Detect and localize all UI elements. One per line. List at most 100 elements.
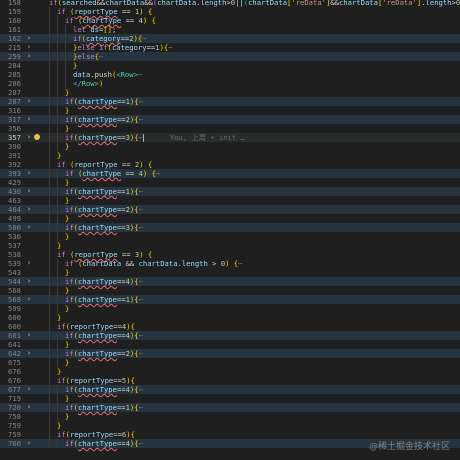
code-text[interactable]: } bbox=[57, 313, 61, 322]
code-line[interactable]: 676 if(reportType==5){ bbox=[0, 376, 460, 385]
code-text[interactable]: if(reportType==4){ bbox=[57, 322, 135, 331]
fold-chevron-icon[interactable]: › bbox=[25, 187, 33, 196]
code-line[interactable]: 430 › if(chartType==1){⋯ bbox=[0, 187, 460, 196]
code-line[interactable]: 720 › if(chartType==1){⋯ bbox=[0, 403, 460, 412]
code-text[interactable]: if(chartType==4){⋯ bbox=[65, 385, 143, 394]
code-text[interactable]: data.push(<Row>⋯ bbox=[73, 70, 142, 79]
code-text[interactable]: if (reportType == 2) { bbox=[57, 160, 152, 169]
code-line[interactable]: 719} bbox=[0, 394, 460, 403]
code-text[interactable]: if (chartData && chartData.length > 0) {… bbox=[65, 259, 242, 268]
code-text[interactable]: if (chartType == 4) {⋯ bbox=[65, 169, 160, 178]
code-text[interactable]: } bbox=[65, 358, 69, 367]
code-text[interactable]: if(chartType==4){⋯ bbox=[65, 439, 143, 448]
code-text[interactable]: } bbox=[57, 421, 61, 430]
code-line[interactable]: 569 › if(chartType==1){⋯ bbox=[0, 295, 460, 304]
code-line[interactable]: 543} bbox=[0, 268, 460, 277]
code-line[interactable]: 676} bbox=[0, 367, 460, 376]
fold-chevron-icon[interactable]: › bbox=[25, 385, 33, 394]
code-line[interactable]: 538 if (reportType == 3) { bbox=[0, 250, 460, 259]
code-text[interactable]: } bbox=[57, 367, 61, 376]
code-editor[interactable]: 158 if(searched&&chartData&&(chartData.le… bbox=[0, 0, 460, 460]
code-text[interactable]: } bbox=[57, 241, 61, 250]
code-line[interactable]: 160 if (chartType == 4) { bbox=[0, 16, 460, 25]
code-line[interactable]: 316} bbox=[0, 106, 460, 115]
code-text[interactable]: if(chartType==1){⋯ bbox=[65, 97, 143, 106]
lightbulb-icon[interactable] bbox=[34, 134, 40, 140]
code-text[interactable]: if(reportType==5){ bbox=[57, 376, 135, 385]
code-line[interactable]: 391} bbox=[0, 151, 460, 160]
code-text[interactable]: if (chartType == 4) { bbox=[65, 16, 156, 25]
code-line[interactable]: 641} bbox=[0, 340, 460, 349]
code-text[interactable]: } bbox=[57, 151, 61, 160]
code-line[interactable]: 356} bbox=[0, 124, 460, 133]
code-text[interactable]: if(chartType==2){⋯ bbox=[65, 115, 143, 124]
code-line[interactable]: 463} bbox=[0, 196, 460, 205]
fold-chevron-icon[interactable]: › bbox=[25, 52, 33, 61]
code-line[interactable]: 286 </Row>) bbox=[0, 79, 460, 88]
code-text[interactable]: } bbox=[65, 124, 69, 133]
code-text[interactable]: if(chartType==4){⋯ bbox=[65, 277, 143, 286]
code-line[interactable]: 390} bbox=[0, 142, 460, 151]
code-text[interactable]: if(chartType==3){⋯ You, 上周 • init … bbox=[65, 133, 245, 142]
code-line[interactable]: 539 › if (chartData && chartData.length > … bbox=[0, 259, 460, 268]
code-text[interactable]: } bbox=[65, 142, 69, 151]
code-text[interactable]: } bbox=[65, 88, 69, 97]
code-line[interactable]: 259 ›}else{⋯ bbox=[0, 52, 460, 61]
code-text[interactable]: if(chartType==2){⋯ bbox=[65, 205, 143, 214]
code-text[interactable]: if(chartType==1){⋯ bbox=[65, 295, 143, 304]
code-text[interactable]: </Row>) bbox=[73, 79, 103, 88]
code-line[interactable]: 536} bbox=[0, 232, 460, 241]
code-line[interactable]: 537} bbox=[0, 241, 460, 250]
fold-chevron-icon[interactable]: › bbox=[25, 403, 33, 412]
code-line[interactable]: 317 › if(chartType==2){⋯ bbox=[0, 115, 460, 124]
code-text[interactable]: } bbox=[65, 178, 69, 187]
code-line[interactable]: 500 › if(chartType==3){⋯ bbox=[0, 223, 460, 232]
fold-chevron-icon[interactable]: › bbox=[25, 277, 33, 286]
code-text[interactable]: if(category==2){⋯ bbox=[73, 34, 147, 43]
code-line[interactable]: 601 › if(chartType==4){⋯ bbox=[0, 331, 460, 340]
code-line[interactable]: 215 ›}else if(category==1){⋯ bbox=[0, 43, 460, 52]
code-line[interactable]: 759 if(reportType==6){ bbox=[0, 430, 460, 439]
code-text[interactable]: } bbox=[65, 340, 69, 349]
code-text[interactable]: } bbox=[65, 214, 69, 223]
fold-chevron-icon[interactable]: › bbox=[25, 205, 33, 214]
code-text[interactable]: if(chartType==1){⋯ bbox=[65, 187, 143, 196]
fold-chevron-icon[interactable]: › bbox=[25, 349, 33, 358]
code-text[interactable]: if(chartType==3){⋯ bbox=[65, 223, 143, 232]
code-line[interactable]: 544 › if(chartType==4){⋯ bbox=[0, 277, 460, 286]
code-text[interactable]: if (reportType == 3) { bbox=[57, 250, 152, 259]
fold-chevron-icon[interactable]: › bbox=[25, 169, 33, 178]
code-line[interactable]: 158 if(searched&&chartData&&(chartData.le… bbox=[0, 0, 460, 7]
code-line[interactable]: 642 › if(chartType==2){⋯ bbox=[0, 349, 460, 358]
code-line[interactable]: 429} bbox=[0, 178, 460, 187]
code-line[interactable]: 284} bbox=[0, 61, 460, 70]
fold-chevron-icon[interactable]: › bbox=[25, 133, 33, 142]
code-line[interactable]: 285 data.push(<Row>⋯ bbox=[0, 70, 460, 79]
code-line[interactable]: 393 › if (chartType == 4) {⋯ bbox=[0, 169, 460, 178]
fold-chevron-icon[interactable]: › bbox=[25, 97, 33, 106]
code-text[interactable]: } bbox=[65, 304, 69, 313]
fold-chevron-icon[interactable]: › bbox=[25, 259, 33, 268]
code-line[interactable]: 568} bbox=[0, 286, 460, 295]
fold-chevron-icon[interactable]: › bbox=[25, 34, 33, 43]
fold-chevron-icon[interactable]: › bbox=[25, 439, 33, 448]
code-line[interactable]: 162 › if(category==2){⋯ bbox=[0, 34, 460, 43]
code-line[interactable]: 287 › if(chartType==1){⋯ bbox=[0, 97, 460, 106]
code-line[interactable]: 464 › if(chartType==2){⋯ bbox=[0, 205, 460, 214]
code-line[interactable]: 758} bbox=[0, 412, 460, 421]
code-text[interactable]: } bbox=[73, 61, 77, 70]
code-text[interactable]: if(searched&&chartData&&(chartData.lengt… bbox=[49, 0, 460, 7]
code-text[interactable]: } bbox=[65, 394, 69, 403]
code-line[interactable]: 600 if(reportType==4){ bbox=[0, 322, 460, 331]
code-text[interactable]: }else{⋯ bbox=[73, 52, 103, 61]
code-line[interactable]: 161 let ds=[]; bbox=[0, 25, 460, 34]
code-text[interactable]: if(chartType==2){⋯ bbox=[65, 349, 143, 358]
fold-chevron-icon[interactable]: › bbox=[25, 223, 33, 232]
code-text[interactable]: } bbox=[65, 106, 69, 115]
fold-chevron-icon[interactable]: › bbox=[25, 115, 33, 124]
code-text[interactable]: } bbox=[65, 412, 69, 421]
fold-chevron-icon[interactable]: › bbox=[25, 331, 33, 340]
code-line[interactable]: 599} bbox=[0, 304, 460, 313]
code-line[interactable]: 392 if (reportType == 2) { bbox=[0, 160, 460, 169]
code-line[interactable]: 759} bbox=[0, 421, 460, 430]
